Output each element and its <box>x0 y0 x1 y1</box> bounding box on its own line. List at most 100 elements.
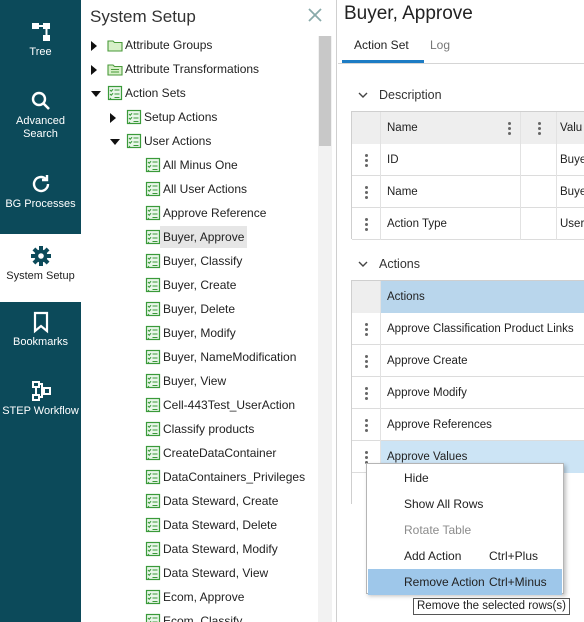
tree-node[interactable]: Buyer, Classify <box>81 250 311 272</box>
tree-node-label: Buyer, Modify <box>163 326 236 340</box>
checklist-icon <box>145 325 161 341</box>
tree-node[interactable]: Buyer, Approve <box>81 226 311 248</box>
tree-node[interactable]: All Minus One <box>81 154 311 176</box>
tab-log[interactable]: Log <box>430 38 450 52</box>
tree-node-label: Cell-443Test_UserAction <box>163 398 296 412</box>
tab-action-set[interactable]: Action Set <box>354 38 409 52</box>
cell-value: Buye <box>560 154 584 166</box>
drag-handle-icon[interactable] <box>365 218 368 231</box>
column-header-name[interactable]: Name <box>381 112 521 144</box>
chevron-down-icon[interactable] <box>91 91 101 97</box>
left-nav: Tree Advanced Search BG Processes System… <box>0 0 81 622</box>
nav-item-label: STEP Workflow <box>2 405 79 417</box>
tree-node[interactable]: User Actions <box>81 130 311 152</box>
tree-node[interactable]: Action Sets <box>81 82 311 104</box>
tree-node[interactable]: Data Steward, View <box>81 562 311 584</box>
tree-node[interactable]: Approve Reference <box>81 202 311 224</box>
table-row[interactable]: Approve Classification Product Links <box>352 313 584 345</box>
table-row[interactable]: Name Buye <box>352 176 584 208</box>
drag-handle-icon[interactable] <box>365 323 368 336</box>
folder-list-icon <box>107 64 123 76</box>
checklist-icon <box>145 493 161 509</box>
menu-item-label: Rotate Table <box>404 523 472 537</box>
chevron-down-icon[interactable] <box>358 90 368 100</box>
tree-node-label: Approve Reference <box>163 206 267 220</box>
nav-item-bookmarks[interactable]: Bookmarks <box>0 300 81 368</box>
tree-node[interactable]: Buyer, NameModification <box>81 346 311 368</box>
drag-handle-icon[interactable] <box>365 186 368 199</box>
menu-item[interactable]: Hide <box>368 465 562 491</box>
table-row[interactable]: ID Buye <box>352 144 584 176</box>
nav-item-bg-processes[interactable]: BG Processes <box>0 162 81 230</box>
nav-item-advanced-search[interactable]: Advanced Search <box>0 79 81 147</box>
checklist-icon <box>145 589 161 605</box>
drag-handle-icon[interactable] <box>365 154 368 167</box>
nav-item-step-workflow[interactable]: STEP Workflow <box>0 369 81 437</box>
section-heading-actions: Actions <box>379 257 420 271</box>
chevron-right-icon[interactable] <box>91 41 97 51</box>
table-row[interactable]: Approve Create <box>352 345 584 377</box>
header-cell <box>352 281 381 313</box>
tree-node[interactable]: Data Steward, Modify <box>81 538 311 560</box>
drag-handle-icon[interactable] <box>365 387 368 400</box>
menu-item[interactable]: Show All Rows <box>368 491 562 517</box>
chevron-right-icon[interactable] <box>110 113 116 123</box>
row-handle[interactable] <box>352 409 381 441</box>
table-row[interactable]: Approve References <box>352 409 584 441</box>
close-icon[interactable] <box>306 6 324 24</box>
tree-node[interactable]: CreateDataContainer <box>81 442 311 464</box>
table-row[interactable]: Action Type User <box>352 208 584 240</box>
scrollbar-thumb[interactable] <box>319 36 331 146</box>
column-menu-icon[interactable] <box>508 122 511 135</box>
checklist-icon <box>145 253 161 269</box>
tree-node[interactable]: Buyer, View <box>81 370 311 392</box>
tree-node[interactable]: Attribute Transformations <box>81 58 311 80</box>
drag-handle-icon[interactable] <box>365 355 368 368</box>
menu-item[interactable]: Add Action Ctrl+Plus <box>368 543 562 569</box>
cell-empty <box>521 176 557 208</box>
tree-node[interactable]: Setup Actions <box>81 106 311 128</box>
row-handle[interactable] <box>352 377 381 409</box>
tree-node-label: Buyer, Classify <box>163 254 243 268</box>
chevron-down-icon[interactable] <box>358 259 368 269</box>
nav-item-tree[interactable]: Tree <box>0 10 81 78</box>
tree-node[interactable]: Cell-443Test_UserAction <box>81 394 311 416</box>
chevron-down-icon[interactable] <box>110 139 120 145</box>
column-header-actions[interactable]: Actions <box>381 281 584 313</box>
row-handle[interactable] <box>352 144 381 176</box>
table-row[interactable]: Approve Modify <box>352 377 584 409</box>
column-header-value[interactable]: Valu <box>557 112 584 144</box>
tree-node[interactable]: Ecom, Approve <box>81 586 311 608</box>
nav-item-system-setup[interactable]: System Setup <box>0 234 81 302</box>
column-menu-icon[interactable] <box>538 122 541 135</box>
tree-node[interactable]: All User Actions <box>81 178 311 200</box>
chevron-right-icon[interactable] <box>91 65 97 75</box>
cell-action: Approve References <box>387 419 492 431</box>
tree-scrollbar[interactable] <box>318 36 332 622</box>
drag-handle-icon[interactable] <box>365 419 368 432</box>
tree-node[interactable]: Data Steward, Create <box>81 490 311 512</box>
menu-item-label: Add Action <box>404 549 462 563</box>
row-handle[interactable] <box>352 345 381 377</box>
row-handle[interactable] <box>352 176 381 208</box>
tree-node-label: Buyer, Delete <box>163 302 236 316</box>
tree-node[interactable]: Attribute Groups <box>81 34 311 56</box>
table-header: Name Valu <box>352 112 584 144</box>
menu-item-shortcut: Ctrl+Minus <box>489 575 547 589</box>
tree-node[interactable]: Data Steward, Delete <box>81 514 311 536</box>
row-handle[interactable] <box>352 313 381 345</box>
nav-item-label: Advanced Search <box>16 115 65 140</box>
cell-value: Buye <box>560 186 584 198</box>
tree-node[interactable]: Buyer, Delete <box>81 298 311 320</box>
checklist-icon <box>126 109 142 125</box>
tree-node[interactable]: Classify products <box>81 418 311 440</box>
menu-item[interactable]: Rotate Table <box>368 517 562 543</box>
tree-node[interactable]: Buyer, Create <box>81 274 311 296</box>
tree-node[interactable]: Ecom, Classify <box>81 610 311 622</box>
tree-node[interactable]: Buyer, Modify <box>81 322 311 344</box>
tree-node[interactable]: DataContainers_Privileges <box>81 466 311 488</box>
row-handle[interactable] <box>352 208 381 240</box>
menu-item[interactable]: Remove Action Ctrl+Minus <box>368 569 562 595</box>
header-cell[interactable] <box>521 112 557 144</box>
workflow-icon <box>31 381 51 401</box>
